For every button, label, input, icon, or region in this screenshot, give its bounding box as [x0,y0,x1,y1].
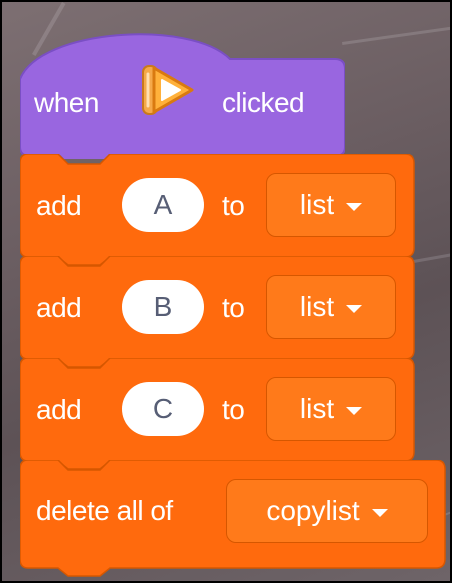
list-dropdown-label: list [299,393,335,424]
delete-all-of-list-block[interactable]: delete all of copylist [20,460,446,577]
add-verb-label: add [36,190,82,221]
value-input[interactable]: C [122,382,204,436]
chevron-down-icon [346,202,363,211]
delete-all-of-label: delete all of [36,495,173,526]
list-dropdown-label: copylist [266,495,360,526]
to-connector-label: to [222,190,245,221]
value-text: B [153,291,173,322]
add-verb-label: add [36,394,82,425]
hat-block-clicked-label: clicked [222,87,305,118]
background-streak [342,26,450,45]
value-text: C [152,393,174,424]
value-input[interactable]: B [122,280,204,334]
chevron-down-icon [371,508,388,517]
list-dropdown[interactable]: list [266,173,396,237]
to-connector-label: to [222,394,245,425]
add-to-list-block[interactable]: add B to list [20,256,415,368]
list-dropdown[interactable]: copylist [226,479,428,543]
list-dropdown[interactable]: list [266,275,396,339]
workspace-background: when clicked add A to list add B to list [0,0,452,583]
to-connector-label: to [222,292,245,323]
list-dropdown-label: list [299,291,335,322]
add-to-list-block[interactable]: add C to list [20,358,415,470]
chevron-down-icon [346,304,363,313]
list-dropdown[interactable]: list [266,377,396,441]
value-text: A [153,189,173,220]
list-dropdown-label: list [299,189,335,220]
value-input[interactable]: A [122,178,204,232]
hat-block-when-label: when [34,87,99,118]
add-to-list-block[interactable]: add A to list [20,154,415,266]
add-verb-label: add [36,292,82,323]
chevron-down-icon [346,406,363,415]
green-flag-play-icon [142,65,194,115]
